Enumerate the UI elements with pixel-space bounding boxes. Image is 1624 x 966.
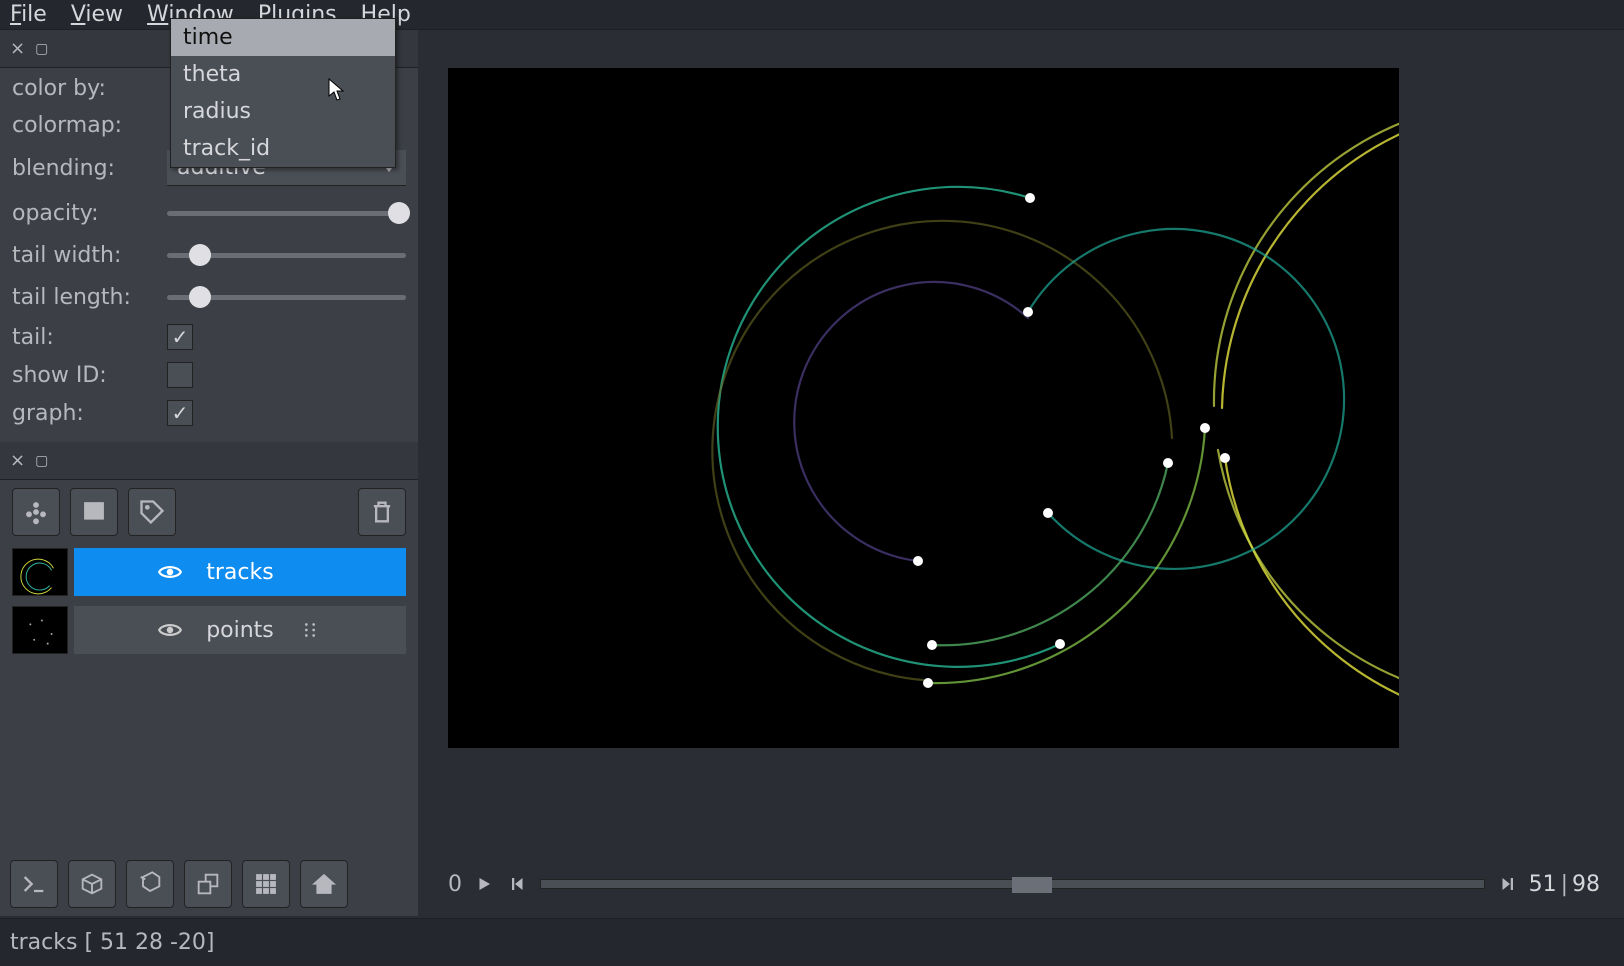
roll-dims-button[interactable]: [126, 860, 174, 908]
slider-thumb[interactable]: [189, 286, 211, 308]
label-blending: blending:: [12, 156, 167, 181]
label-graph: graph:: [12, 401, 167, 426]
opacity-slider[interactable]: [167, 198, 406, 228]
label-colormap: colormap:: [12, 113, 167, 138]
current-frame: 51: [1529, 872, 1557, 897]
frame-readout: 51|98: [1529, 872, 1600, 897]
visibility-icon[interactable]: [150, 617, 190, 643]
frame-start: 0: [448, 872, 462, 897]
layer-list-panel: tracks points: [0, 480, 418, 666]
label-tail-length: tail length:: [12, 285, 167, 310]
new-points-layer-button[interactable]: [12, 488, 60, 536]
tail-length-slider[interactable]: [167, 282, 406, 312]
viewer-canvas[interactable]: [448, 68, 1399, 748]
step-forward-button[interactable]: [1495, 872, 1519, 896]
close-icon[interactable]: ×: [10, 450, 25, 471]
visibility-icon[interactable]: [150, 559, 190, 585]
tail-width-slider[interactable]: [167, 240, 406, 270]
dropdown-option-track-id[interactable]: track_id: [171, 130, 395, 167]
layer-body[interactable]: points: [74, 606, 406, 654]
label-opacity: opacity:: [12, 201, 167, 226]
status-bar: tracks [ 51 28 -20]: [0, 918, 1624, 966]
tail-checkbox[interactable]: ✓: [167, 324, 193, 350]
label-color-by: color by:: [12, 76, 167, 101]
frame-slider[interactable]: [540, 879, 1485, 889]
layer-thumbnail: [12, 606, 68, 654]
status-text: tracks [ 51 28 -20]: [10, 930, 215, 955]
menu-file[interactable]: File: [10, 2, 47, 27]
layers-list: tracks points: [12, 548, 406, 654]
layer-thumbnail: [12, 548, 68, 596]
label-show-id: show ID:: [12, 363, 167, 388]
layer-row-points[interactable]: points: [12, 606, 406, 654]
layer-toolbar: [12, 488, 406, 536]
viewer-buttons: [10, 860, 348, 908]
dropdown-option-theta[interactable]: theta: [171, 56, 395, 93]
label-tail: tail:: [12, 325, 167, 350]
slider-thumb[interactable]: [189, 244, 211, 266]
layers-titlebar: × ▢: [0, 442, 418, 480]
close-icon[interactable]: ×: [10, 38, 25, 59]
dropdown-option-radius[interactable]: radius: [171, 93, 395, 130]
delete-layer-button[interactable]: [358, 488, 406, 536]
dims-slider: 0 51|98: [448, 864, 1600, 904]
label-tail-width: tail width:: [12, 243, 167, 268]
popout-icon[interactable]: ▢: [35, 41, 48, 57]
graph-checkbox[interactable]: ✓: [167, 400, 193, 426]
new-labels-layer-button[interactable]: [128, 488, 176, 536]
menu-view[interactable]: View: [71, 2, 123, 27]
layer-body[interactable]: tracks: [74, 548, 406, 596]
transpose-button[interactable]: [184, 860, 232, 908]
drag-handle-icon[interactable]: [290, 619, 330, 641]
step-back-button[interactable]: [506, 872, 530, 896]
ndisplay-button[interactable]: [68, 860, 116, 908]
total-frames: 98: [1572, 872, 1600, 897]
color-by-dropdown-popup: time theta radius track_id: [170, 18, 396, 168]
layer-row-tracks[interactable]: tracks: [12, 548, 406, 596]
show-id-checkbox[interactable]: [167, 362, 193, 388]
home-button[interactable]: [300, 860, 348, 908]
new-shapes-layer-button[interactable]: [70, 488, 118, 536]
popout-icon[interactable]: ▢: [35, 453, 48, 469]
grid-button[interactable]: [242, 860, 290, 908]
layer-name: tracks: [206, 560, 273, 585]
play-button[interactable]: [472, 872, 496, 896]
slider-knob[interactable]: [1012, 877, 1052, 893]
console-button[interactable]: [10, 860, 58, 908]
dropdown-option-time[interactable]: time: [171, 19, 395, 56]
slider-thumb[interactable]: [388, 202, 410, 224]
layer-name: points: [206, 618, 274, 643]
